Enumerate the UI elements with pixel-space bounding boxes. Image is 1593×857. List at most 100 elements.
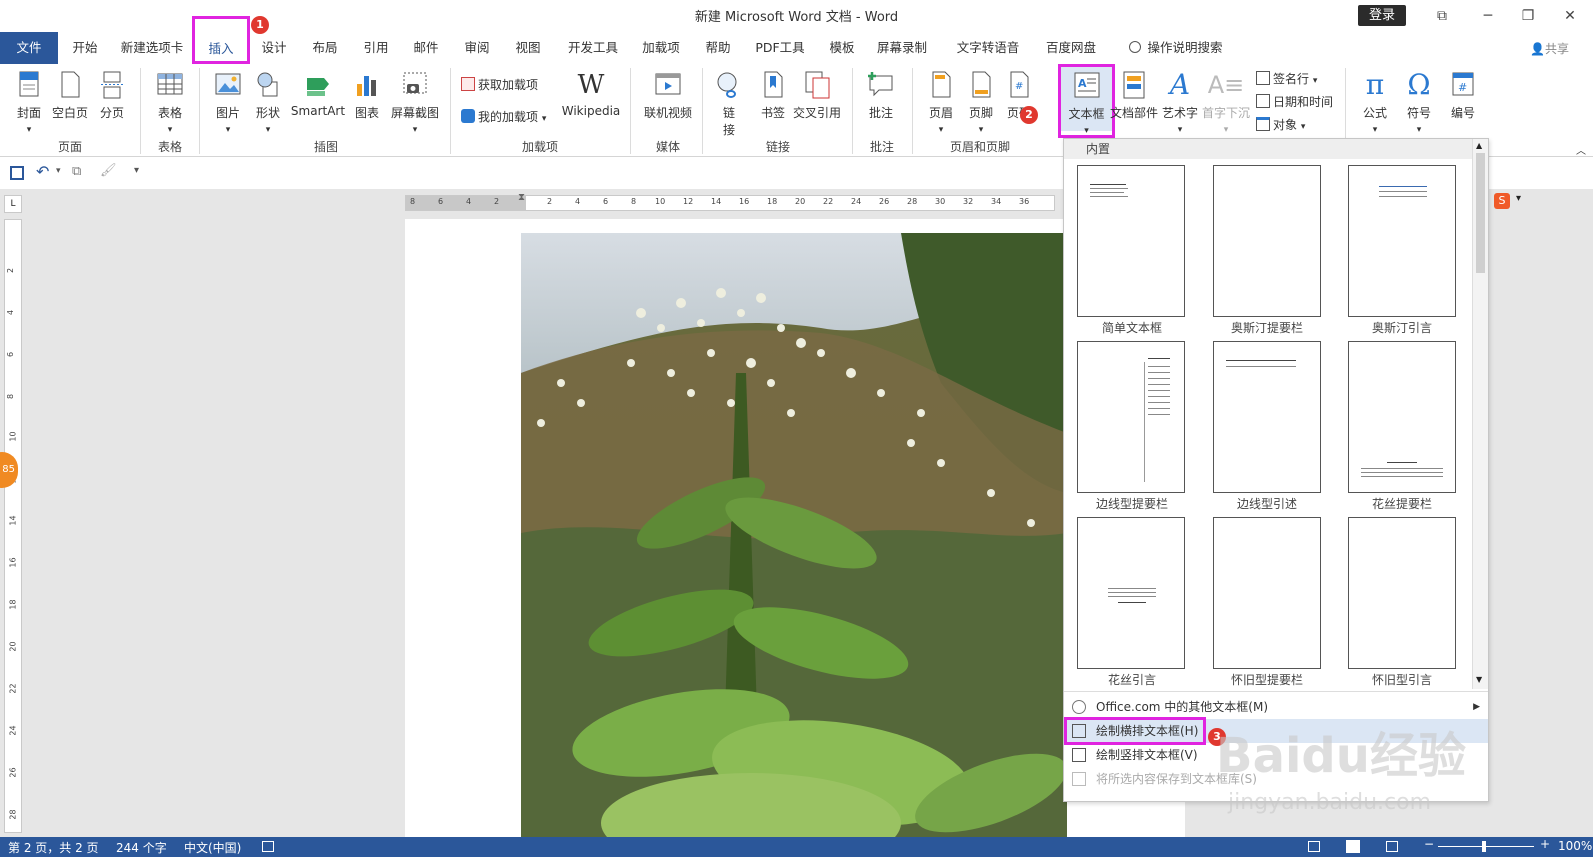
undo-dropdown-icon[interactable]: ▾ (56, 166, 61, 176)
signature-line-button[interactable]: 签名行 ▾ (1256, 70, 1317, 87)
language-status[interactable]: 中文(中国) (184, 839, 241, 856)
restore-button[interactable]: ❐ (1508, 4, 1548, 28)
shapes-button[interactable]: 形状 ▾ (250, 70, 286, 135)
wordart-button[interactable]: A 艺术字 ▾ (1160, 70, 1200, 136)
online-video-button[interactable]: 联机视频 (638, 70, 698, 121)
screenshot-button[interactable]: 屏幕截图 ▾ (386, 70, 444, 135)
scroll-down-icon[interactable]: ▼ (1476, 675, 1482, 684)
ruler-corner-icon[interactable]: L (4, 195, 22, 213)
number-icon: # (1452, 72, 1474, 96)
get-addins-button[interactable]: 获取加载项 (461, 76, 538, 93)
collapse-ribbon-icon[interactable]: ︿ (1576, 142, 1586, 157)
addins-icon (461, 109, 475, 123)
zoom-level[interactable]: 100% (1558, 839, 1592, 853)
tab-design[interactable]: 设计 (254, 32, 294, 64)
macro-record-icon[interactable] (262, 841, 274, 852)
indent-marker-icon[interactable]: ⧗ (518, 192, 525, 203)
format-painter-icon[interactable]: 🖌 (100, 163, 117, 178)
gallery-item-sideline-sidebar[interactable] (1077, 341, 1185, 493)
copy-format-icon[interactable]: ⧉ (72, 164, 81, 179)
picture-button[interactable]: 图片 ▾ (210, 70, 246, 135)
my-addins-button[interactable]: 我的加载项 ▾ (461, 108, 546, 125)
omega-icon: Ω (1407, 68, 1431, 101)
gallery-label: 简单文本框 (1101, 321, 1162, 335)
tab-addins[interactable]: 加载项 (636, 32, 686, 64)
ime-dropdown-icon[interactable]: ▾ (1516, 193, 1521, 204)
page-count-status[interactable]: 第 2 页，共 2 页 (8, 839, 99, 856)
scroll-thumb[interactable] (1476, 153, 1485, 273)
tab-template[interactable]: 模板 (822, 32, 862, 64)
gallery-item-filigree-sidebar[interactable] (1348, 341, 1456, 493)
blank-page-button[interactable]: 空白页 (50, 70, 90, 121)
web-layout-icon[interactable] (1386, 841, 1398, 852)
tab-home[interactable]: 开始 (62, 32, 108, 64)
tab-view[interactable]: 视图 (508, 32, 548, 64)
link-button[interactable]: 链接 (712, 70, 746, 138)
ruler-tick: 14 (8, 515, 18, 526)
number-button[interactable]: # 编号 (1444, 70, 1482, 121)
page-break-button[interactable]: 分页 (94, 70, 130, 121)
footer-button[interactable]: 页脚 ▾ (962, 70, 1000, 135)
drop-cap-button[interactable]: A≡ 首字下沉 ▾ (1200, 70, 1252, 135)
date-time-button[interactable]: 日期和时间 (1256, 93, 1333, 110)
close-button[interactable]: ✕ (1550, 4, 1590, 28)
gallery-item-austin-quote[interactable] (1348, 165, 1456, 317)
share-button[interactable]: 👤共享 (1530, 40, 1569, 57)
gallery-item-austin-sidebar[interactable] (1213, 165, 1321, 317)
textbox-button[interactable]: A 文本框 ▾ (1061, 67, 1112, 136)
tab-references[interactable]: 引用 (356, 32, 396, 64)
horizontal-ruler[interactable]: 8 6 4 2 ⧗ 2 4 6 8 10 12 14 16 18 20 22 2… (405, 192, 1055, 211)
table-button[interactable]: 表格 ▾ (150, 70, 190, 135)
smartart-button[interactable]: SmartArt (290, 70, 346, 118)
tab-layout[interactable]: 布局 (305, 32, 345, 64)
zoom-out-icon[interactable]: − (1424, 837, 1434, 851)
tab-review[interactable]: 审阅 (457, 32, 497, 64)
cross-reference-button[interactable]: 交叉引用 (790, 70, 844, 121)
equation-button[interactable]: π 公式 ▾ (1356, 70, 1394, 136)
tab-new[interactable]: 新建选项卡 (112, 32, 192, 64)
gallery-scrollbar[interactable]: ▲ ▼ (1472, 139, 1488, 689)
ruler-tick: 24 (851, 197, 862, 206)
read-mode-icon[interactable] (1308, 841, 1320, 852)
minimize-button[interactable]: ─ (1468, 4, 1508, 28)
sogou-ime-icon[interactable]: S (1494, 193, 1510, 209)
wikipedia-button[interactable]: W Wikipedia (558, 70, 624, 118)
tab-pdf[interactable]: PDF工具 (748, 32, 812, 64)
bookmark-button[interactable]: 书签 (756, 70, 790, 121)
tell-me-search[interactable]: 操作说明搜索 (1116, 32, 1236, 64)
gallery-item-sideline-quote[interactable] (1213, 341, 1321, 493)
undo-icon[interactable]: ↶ (36, 162, 49, 181)
gallery-item-retro-sidebar[interactable] (1213, 517, 1321, 669)
customize-qat-icon[interactable]: ▾ (134, 165, 139, 176)
tab-screen-record[interactable]: 屏幕录制 (872, 32, 932, 64)
gallery-item-filigree-quote[interactable] (1077, 517, 1185, 669)
zoom-slider-thumb[interactable] (1482, 841, 1486, 852)
tab-developer[interactable]: 开发工具 (560, 32, 626, 64)
chart-button[interactable]: 图表 (350, 70, 384, 121)
login-button[interactable]: 登录 (1358, 5, 1406, 26)
gallery-item-simple-textbox[interactable] (1077, 165, 1185, 317)
tab-tts[interactable]: 文字转语音 (948, 32, 1028, 64)
tab-help[interactable]: 帮助 (698, 32, 738, 64)
quick-parts-button[interactable]: 文档部件 (1110, 70, 1158, 121)
vertical-ruler[interactable]: 2 4 6 8 10 12 14 16 18 20 22 24 26 28 (4, 219, 22, 833)
header-button[interactable]: 页眉 ▾ (922, 70, 960, 135)
ribbon-display-icon[interactable]: ⧉ (1422, 4, 1462, 28)
zoom-slider-track[interactable] (1438, 846, 1534, 847)
symbol-button[interactable]: Ω 符号 ▾ (1400, 68, 1438, 136)
tab-file[interactable]: 文件 (0, 32, 58, 64)
tab-baidu-pan[interactable]: 百度网盘 (1040, 32, 1102, 64)
save-icon[interactable] (10, 166, 24, 180)
print-layout-icon[interactable] (1346, 840, 1360, 853)
comment-button[interactable]: 批注 (862, 70, 900, 121)
zoom-in-icon[interactable]: + (1540, 837, 1550, 851)
cover-page-button[interactable]: 封面 ▾ (10, 70, 48, 135)
scroll-up-icon[interactable]: ▲ (1476, 141, 1482, 150)
object-button[interactable]: 对象 ▾ (1256, 116, 1305, 133)
tab-insert[interactable]: 插入 (192, 16, 250, 64)
step-badge-2: 2 (1020, 106, 1038, 124)
gallery-item-retro-quote[interactable] (1348, 517, 1456, 669)
word-count-status[interactable]: 244 个字 (116, 839, 167, 856)
tab-mailings[interactable]: 邮件 (406, 32, 446, 64)
inserted-photo[interactable] (521, 233, 1067, 837)
